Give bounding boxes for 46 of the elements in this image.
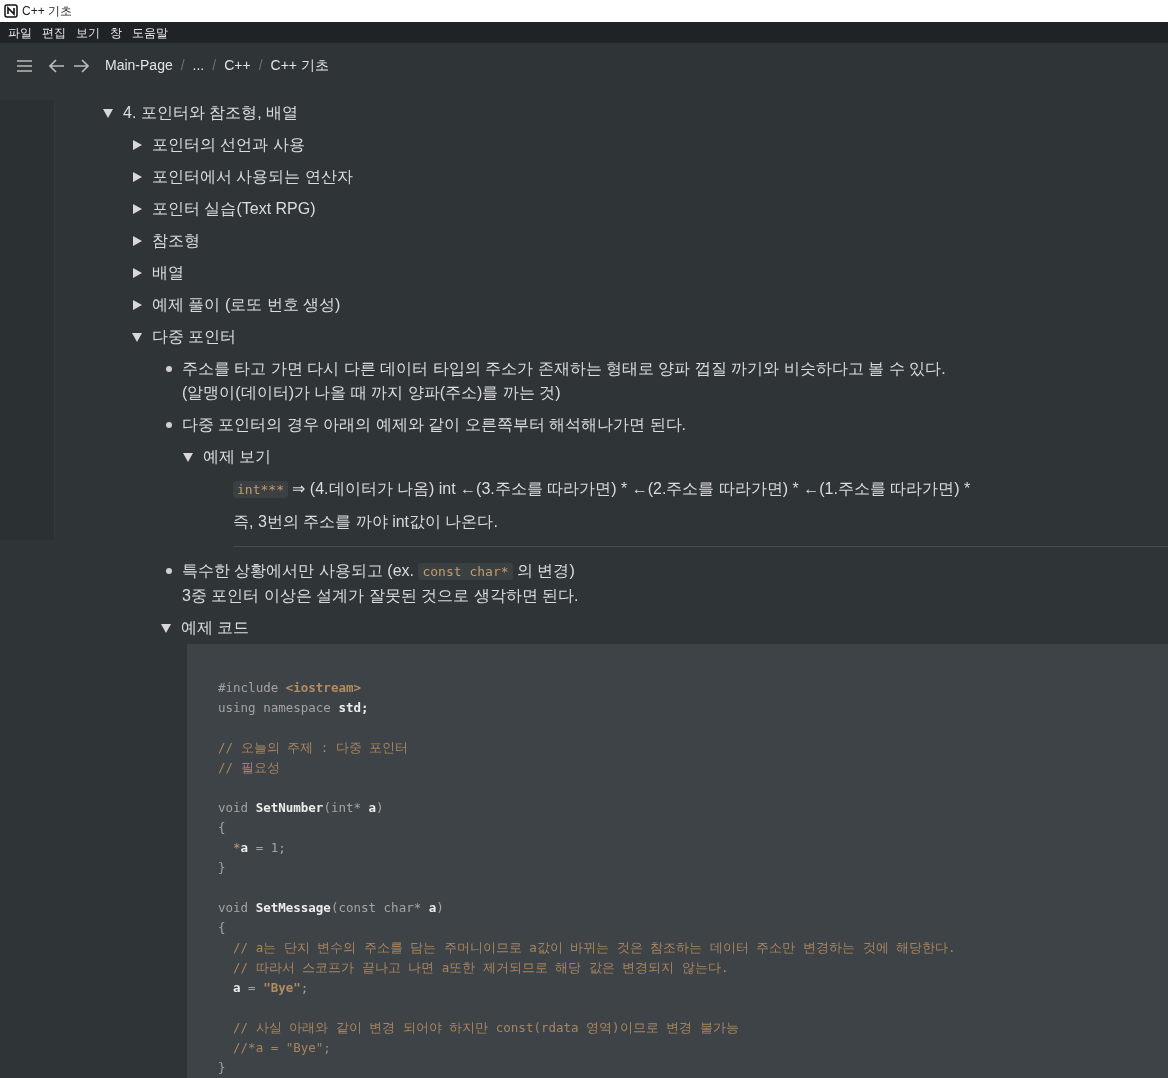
expand-triangle-icon[interactable] xyxy=(131,267,143,279)
breadcrumb-separator: / xyxy=(258,56,263,75)
menu-icon[interactable] xyxy=(16,58,33,73)
bullet-icon xyxy=(166,568,172,574)
toggle-title[interactable]: 다중 포인터 xyxy=(152,325,237,349)
expand-triangle-icon[interactable] xyxy=(131,299,143,311)
toggle-title[interactable]: 배열 xyxy=(152,261,184,285)
bullet-text: 주소를 타고 가면 다시 다른 데이터 타입의 주소가 존재하는 형태로 양파 껍질 까기와 비슷하다고 볼 수 있다. (알맹이(데이터)가 나올 때 까지 양파(주소)를 까는 것) xyxy=(182,359,946,403)
expand-triangle-icon[interactable] xyxy=(131,139,143,151)
breadcrumb-separator: / xyxy=(180,56,185,75)
toggle-title[interactable]: 포인터의 선언과 사용 xyxy=(152,133,305,157)
menu-item[interactable]: 창 xyxy=(110,23,122,42)
toggle-title[interactable]: 포인터에서 사용되는 연산자 xyxy=(152,165,353,189)
collapse-triangle-icon[interactable] xyxy=(102,107,114,119)
back-arrow-icon[interactable] xyxy=(49,58,65,73)
code-block: #include <iostream> using namespace std; // 오늘의 주제 : 다중 포인터 // 필요성 void SetNumber(int* a) { *a = 1; } void SetMessage(const char* a) { // a는 단지 변수의 주소를 담는 주머니이므로 a값이 바뀌는 것은 참조하는 데이터 주소만 변경하는 것에 해당한다. // 따라서 스코프가 끝나고 나면 a또한 제거되므로 해당 값은 변경되지 않는다. a = "Bye"; // 사실 아래와 같이 변경 되어야 하지만 const(rdata 영역)이므로 변경 불가능 //*a = "Bye"; } xyxy=(187,644,1168,1078)
paragraph: int*** ⇒ (4.데이터가 나옴) int ←(3.주소를 따라가면) * ←(2.주소를 따라가면) * ←(1.주소를 따라가면) * xyxy=(211,473,1168,506)
toggle-title[interactable]: 포인터 실습(Text RPG) xyxy=(152,197,316,221)
collapse-triangle-icon[interactable] xyxy=(160,622,172,634)
forward-arrow-icon[interactable] xyxy=(73,58,89,73)
toggle-title[interactable]: 예제 보기 xyxy=(203,445,272,469)
expand-triangle-icon[interactable] xyxy=(131,171,143,183)
breadcrumb-separator: / xyxy=(212,56,217,75)
app-logo-icon xyxy=(4,4,18,18)
menu-item[interactable]: 도움말 xyxy=(132,23,168,42)
breadcrumb-link[interactable]: Main-Page xyxy=(105,55,173,76)
bullet-icon xyxy=(166,422,172,428)
expand-triangle-icon[interactable] xyxy=(131,235,143,247)
paragraph: 즉, 3번의 주소를 까야 int값이 나온다. xyxy=(232,512,499,532)
bullet-text: 다중 포인터의 경우 아래의 예제와 같이 오른쪽부터 해석해나가면 된다. xyxy=(182,415,686,435)
menu-item[interactable]: 보기 xyxy=(76,23,100,42)
toggle-title[interactable]: 4. 포인터와 참조형, 배열 xyxy=(123,101,299,125)
breadcrumb-link[interactable]: C++ 기초 xyxy=(270,55,329,76)
toggle-title[interactable]: 예제 풀이 (로또 번호 생성) xyxy=(152,293,341,317)
bullet-icon xyxy=(166,366,172,372)
toggle-title[interactable]: 예제 코드 xyxy=(181,616,250,640)
menu-item[interactable]: 편집 xyxy=(42,23,66,42)
breadcrumb-link[interactable]: ... xyxy=(192,55,205,76)
window-title: C++ 기초 xyxy=(22,3,72,20)
collapse-triangle-icon[interactable] xyxy=(131,331,143,343)
menu-item[interactable]: 파일 xyxy=(8,23,32,42)
toggle-title[interactable]: 참조형 xyxy=(152,229,200,253)
breadcrumb-link[interactable]: C++ xyxy=(224,55,251,76)
expand-triangle-icon[interactable] xyxy=(131,203,143,215)
bullet-text: 특수한 상황에서만 사용되고 (ex. const char* 의 변경) 3중 포인터 이상은 설계가 잘못된 것으로 생각하면 된다. xyxy=(182,561,579,606)
collapse-triangle-icon[interactable] xyxy=(182,451,194,463)
